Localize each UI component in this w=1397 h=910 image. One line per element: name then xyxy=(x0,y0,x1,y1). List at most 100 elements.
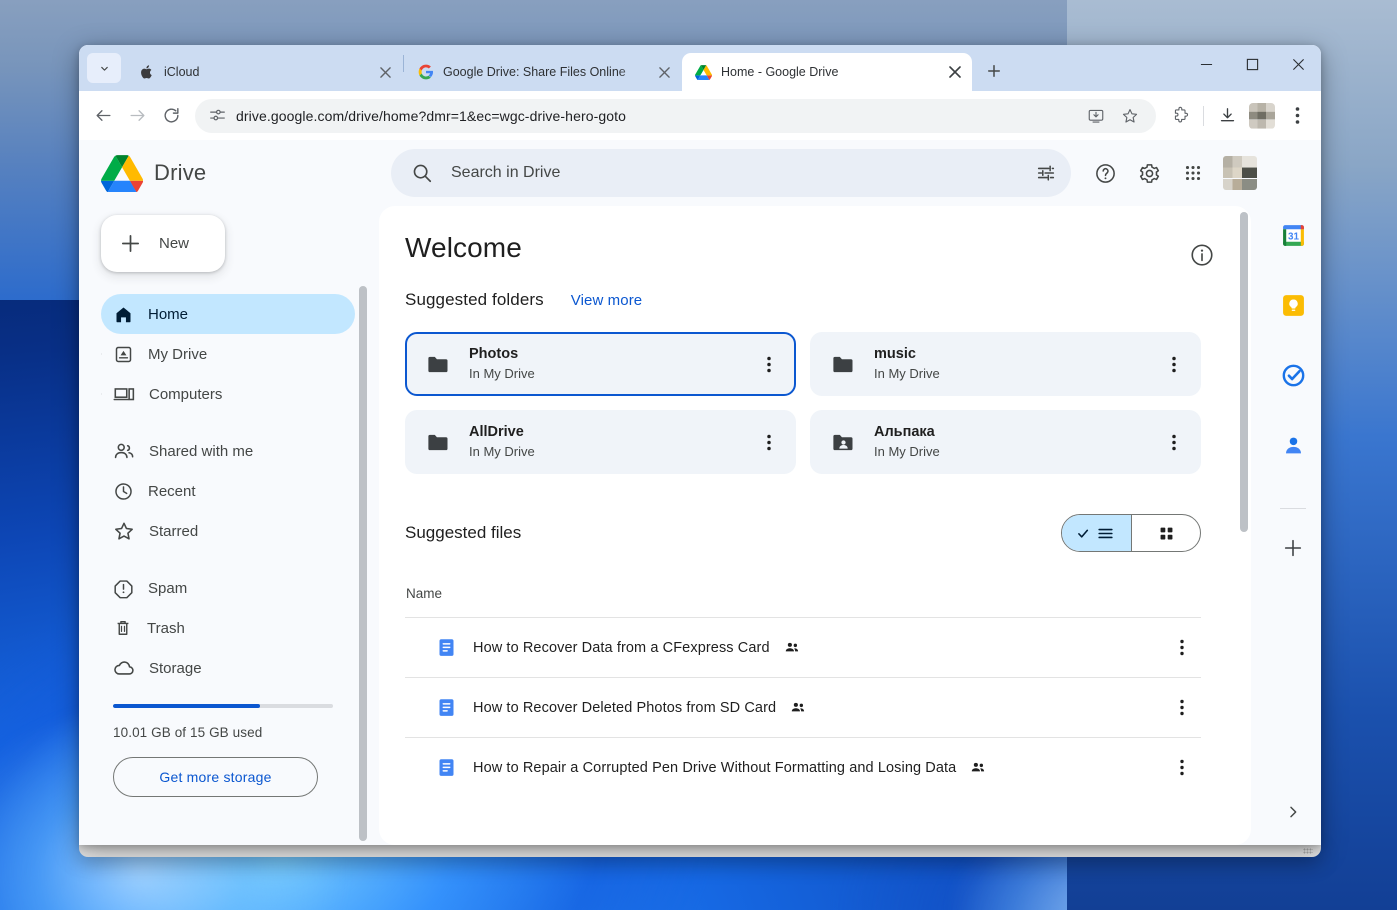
search-options-icon[interactable] xyxy=(1035,162,1057,184)
sidebar-item-recent[interactable]: Recent xyxy=(101,471,355,511)
drive-body: New Home My Drive Computers Shared with … xyxy=(79,206,1321,845)
resize-grip-icon[interactable] xyxy=(1303,848,1313,854)
sidebar-item-shared-with-me[interactable]: Shared with me xyxy=(101,431,355,471)
desktop: iCloud Google Drive: Share Files Online xyxy=(0,0,1397,910)
drive-brand[interactable]: Drive xyxy=(101,154,391,192)
folder-location: In My Drive xyxy=(469,444,535,459)
install-app-icon[interactable] xyxy=(1080,100,1112,132)
forward-arrow-icon[interactable] xyxy=(121,100,153,132)
sidebar-item-trash[interactable]: Trash xyxy=(101,608,355,648)
sidebar-item-starred[interactable]: Starred xyxy=(101,511,355,551)
extensions-icon[interactable] xyxy=(1164,100,1196,132)
sidebar-item-label: Starred xyxy=(149,522,199,540)
address-bar[interactable]: drive.google.com/drive/home?dmr=1&ec=wgc… xyxy=(195,98,1156,133)
folder-location: In My Drive xyxy=(874,366,940,381)
file-more-options-icon[interactable] xyxy=(1167,633,1197,663)
suggested-folders-grid: Photos In My Drive music In My Drive All… xyxy=(405,332,1201,474)
folder-name: AllDrive xyxy=(469,424,524,441)
grid-view-button[interactable] xyxy=(1131,515,1200,551)
main-area: Welcome Suggested folders View more Phot… xyxy=(379,206,1265,845)
sidebar-item-label: Home xyxy=(148,305,189,323)
shared-people-icon xyxy=(970,759,987,776)
sidebar-scrollbar[interactable] xyxy=(359,286,367,841)
google-keep-icon[interactable] xyxy=(1280,292,1306,318)
sidebar-item-home[interactable]: Home xyxy=(101,294,355,334)
close-icon[interactable] xyxy=(376,63,395,82)
main-scrollbar[interactable] xyxy=(1240,212,1248,532)
drive-app: Drive Search in Drive New Home My Drive … xyxy=(79,140,1321,845)
minimize-icon[interactable] xyxy=(1183,45,1229,83)
drive-header: Drive Search in Drive xyxy=(79,140,1321,206)
tab-google-drive-share[interactable]: Google Drive: Share Files Online xyxy=(404,53,682,91)
shared-folder-icon xyxy=(830,429,857,456)
back-arrow-icon[interactable] xyxy=(87,100,119,132)
bookmark-star-icon[interactable] xyxy=(1114,100,1146,132)
reload-icon[interactable] xyxy=(155,100,187,132)
close-icon[interactable] xyxy=(945,63,964,82)
table-row[interactable]: How to Repair a Corrupted Pen Drive With… xyxy=(405,737,1201,797)
maximize-icon[interactable] xyxy=(1229,45,1275,83)
tab-home-google-drive[interactable]: Home - Google Drive xyxy=(682,53,972,91)
table-row[interactable]: How to Recover Deleted Photos from SD Ca… xyxy=(405,677,1201,737)
spam-icon xyxy=(113,578,134,599)
folder-card-alpaka[interactable]: Альпака In My Drive xyxy=(810,410,1201,474)
trash-icon xyxy=(113,618,133,638)
get-more-storage-button[interactable]: Get more storage xyxy=(113,757,318,797)
folder-name: Альпака xyxy=(874,424,935,441)
google-calendar-icon[interactable]: 31 xyxy=(1280,222,1306,248)
url-text: drive.google.com/drive/home?dmr=1&ec=wgc… xyxy=(236,107,627,124)
three-dot-menu-icon[interactable] xyxy=(1281,100,1313,132)
sidebar-item-spam[interactable]: Spam xyxy=(101,568,355,608)
downloads-icon[interactable] xyxy=(1211,100,1243,132)
rail-expand-chevron-right-icon[interactable] xyxy=(1276,795,1310,829)
close-icon[interactable] xyxy=(655,63,674,82)
folder-more-options-icon[interactable] xyxy=(754,427,784,457)
google-contacts-icon[interactable] xyxy=(1280,432,1306,458)
sidebar-item-label: Storage xyxy=(149,659,202,677)
list-view-button[interactable] xyxy=(1062,515,1131,551)
profile-chip[interactable] xyxy=(1249,102,1275,129)
chevron-right-icon[interactable] xyxy=(101,347,107,361)
suggested-files-header: Suggested files xyxy=(405,514,1201,552)
rail-add-icon[interactable] xyxy=(1280,535,1306,561)
view-more-link[interactable]: View more xyxy=(571,292,642,309)
folder-icon xyxy=(425,351,452,378)
table-row[interactable]: How to Recover Data from a CFexpress Car… xyxy=(405,617,1201,677)
file-more-options-icon[interactable] xyxy=(1167,753,1197,783)
site-settings-icon[interactable] xyxy=(209,107,226,124)
info-icon[interactable] xyxy=(1189,242,1215,268)
avatar[interactable] xyxy=(1223,156,1257,190)
sidebar-item-my-drive[interactable]: My Drive xyxy=(101,334,355,374)
gear-icon[interactable] xyxy=(1129,153,1169,193)
chevron-right-icon[interactable] xyxy=(101,387,107,401)
sidebar-item-storage[interactable]: Storage xyxy=(101,648,355,688)
new-button[interactable]: New xyxy=(101,215,225,272)
sidebar-item-label: Recent xyxy=(148,482,196,500)
file-name: How to Recover Deleted Photos from SD Ca… xyxy=(473,699,777,716)
brand-name: Drive xyxy=(154,160,207,185)
suggested-files-list: How to Recover Data from a CFexpress Car… xyxy=(405,617,1201,797)
help-icon[interactable] xyxy=(1085,153,1125,193)
new-tab-button[interactable] xyxy=(979,56,1009,86)
nav-gap xyxy=(101,551,355,568)
folder-icon xyxy=(425,429,452,456)
folder-more-options-icon[interactable] xyxy=(1159,349,1189,379)
storage-progress-bar xyxy=(113,704,333,708)
search-input[interactable]: Search in Drive xyxy=(391,149,1071,197)
folder-more-options-icon[interactable] xyxy=(754,349,784,379)
google-tasks-icon[interactable] xyxy=(1280,362,1306,388)
nav-gap xyxy=(101,414,355,431)
folder-card-alldrive[interactable]: AllDrive In My Drive xyxy=(405,410,796,474)
folder-card-photos[interactable]: Photos In My Drive xyxy=(405,332,796,396)
folder-card-music[interactable]: music In My Drive xyxy=(810,332,1201,396)
tab-search-icon[interactable] xyxy=(87,53,121,83)
google-drive-logo xyxy=(101,154,143,192)
folder-more-options-icon[interactable] xyxy=(1159,427,1189,457)
close-icon[interactable] xyxy=(1275,45,1321,83)
file-more-options-icon[interactable] xyxy=(1167,693,1197,723)
window-bottom-edge xyxy=(79,845,1321,857)
header-actions xyxy=(1085,153,1267,193)
tab-icloud[interactable]: iCloud xyxy=(125,53,403,91)
apps-grid-icon[interactable] xyxy=(1173,153,1213,193)
sidebar-item-computers[interactable]: Computers xyxy=(101,374,355,414)
